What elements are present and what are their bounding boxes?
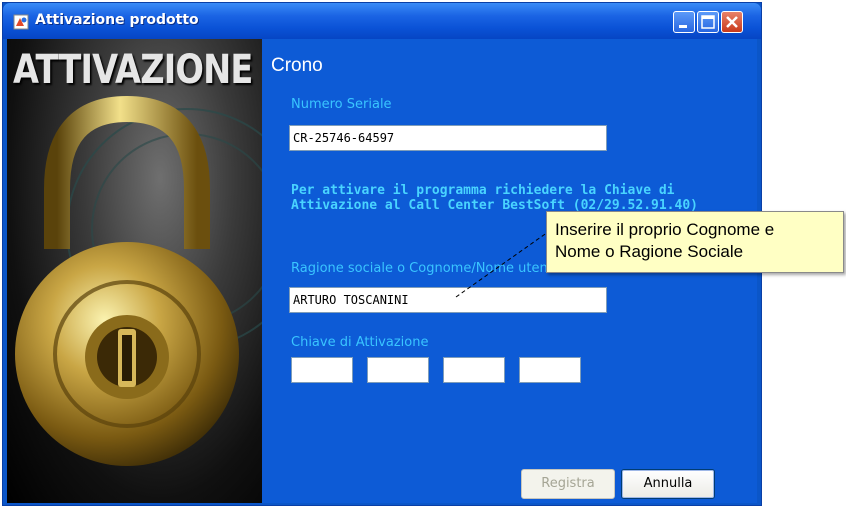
title-bar[interactable]: Attivazione prodotto: [3, 3, 761, 39]
minimize-button[interactable]: [673, 11, 695, 33]
padlock-icon: [15, 95, 262, 466]
help-tooltip: Inserire il proprio Cognome e Nome o Rag…: [546, 211, 844, 273]
register-button[interactable]: Registra: [521, 469, 615, 499]
serial-label: Numero Seriale: [291, 97, 392, 112]
close-button[interactable]: [721, 11, 743, 33]
activation-info-line1: Per attivare il programma richiedere la …: [291, 183, 675, 198]
close-icon: [726, 16, 738, 28]
company-field[interactable]: ARTURO TOSCANINI: [289, 287, 607, 313]
padlock-banner: ATTIVAZIONE: [7, 39, 262, 503]
app-icon: [13, 14, 29, 30]
serial-field[interactable]: CR-25746-64597: [289, 125, 607, 151]
window-title: Attivazione prodotto: [35, 12, 199, 28]
activation-key-part-1[interactable]: [291, 357, 353, 383]
activation-key-label: Chiave di Attivazione: [291, 335, 429, 350]
maximize-icon: [701, 15, 715, 29]
company-label: Ragione sociale o Cognome/Nome utente: [291, 261, 561, 276]
maximize-button[interactable]: [697, 11, 719, 33]
cancel-button[interactable]: Annulla: [621, 469, 715, 499]
banner-title: ATTIVAZIONE: [13, 47, 253, 93]
activation-key-part-2[interactable]: [367, 357, 429, 383]
activation-key-part-3[interactable]: [443, 357, 505, 383]
activation-key-part-4[interactable]: [519, 357, 581, 383]
tooltip-line2: Nome o Ragione Sociale: [555, 242, 744, 261]
minimize-icon: [679, 25, 687, 28]
product-name: Crono: [271, 55, 323, 76]
tooltip-line1: Inserire il proprio Cognome e: [555, 220, 775, 239]
activation-info: Per attivare il programma richiedere la …: [291, 183, 751, 213]
